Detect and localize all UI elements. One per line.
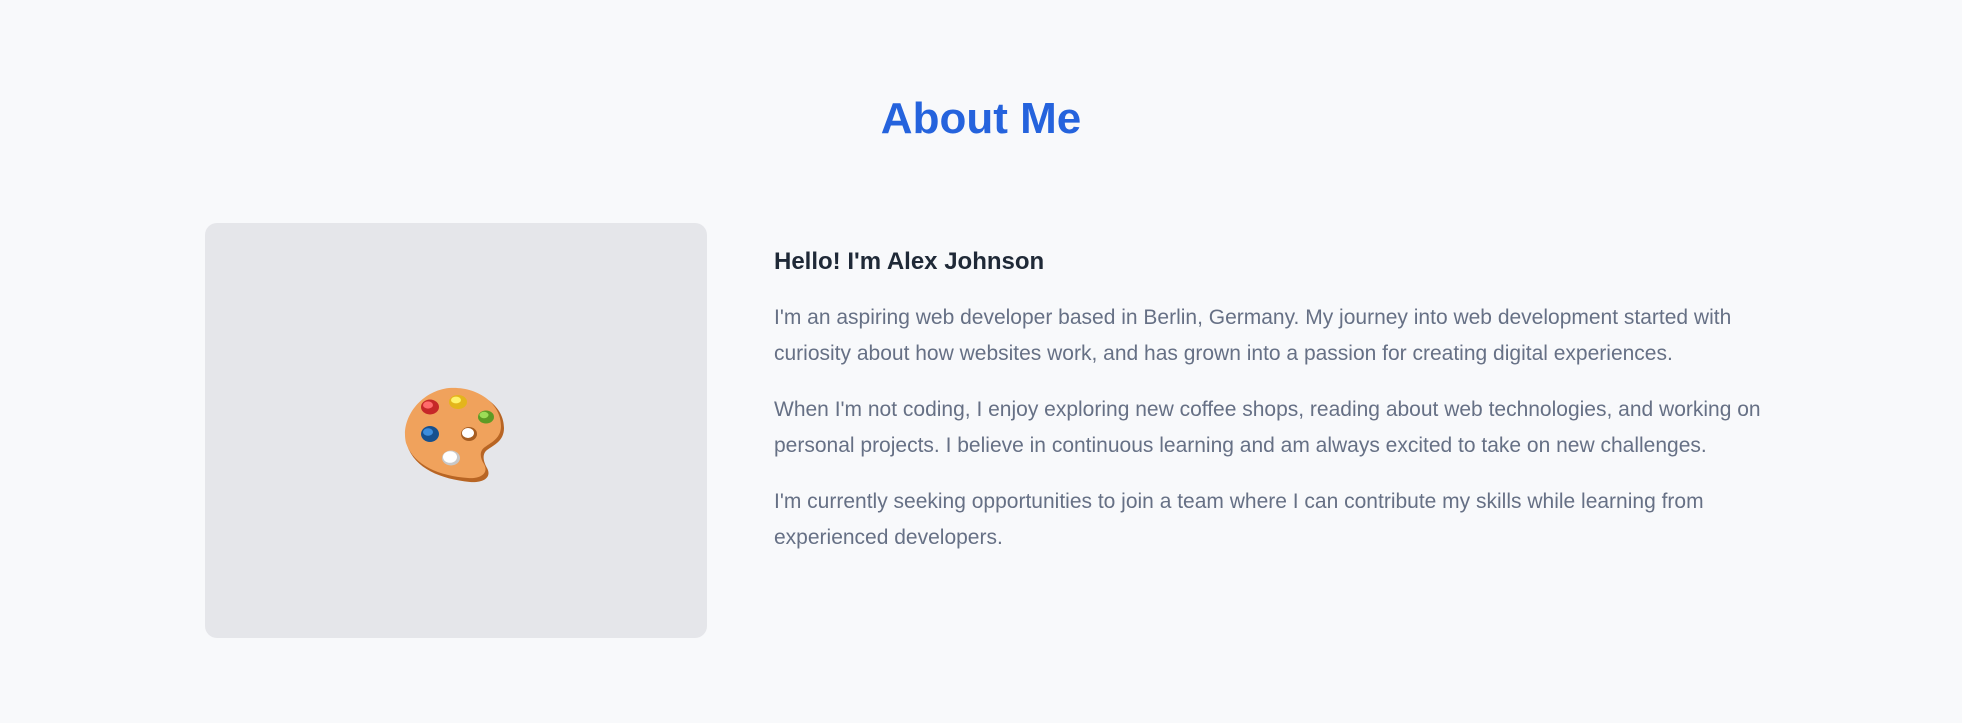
bio-paragraph-interests: When I'm not coding, I enjoy exploring n… [774,398,1761,457]
bio-paragraph-career: I'm currently seeking opportunities to j… [774,490,1704,549]
about-section: About Me Hello! I'm Alex Johnson I'm an … [0,0,1962,723]
about-text: Hello! I'm Alex Johnson I'm an aspiring … [774,245,1774,576]
greeting-heading: Hello! I'm Alex Johnson [774,248,1045,275]
bio-paragraph-intro: I'm an aspiring web developer based in B… [774,306,1732,365]
section-title: About Me [880,94,1082,143]
artist-palette-icon [404,387,504,482]
profile-image-placeholder [205,223,707,638]
